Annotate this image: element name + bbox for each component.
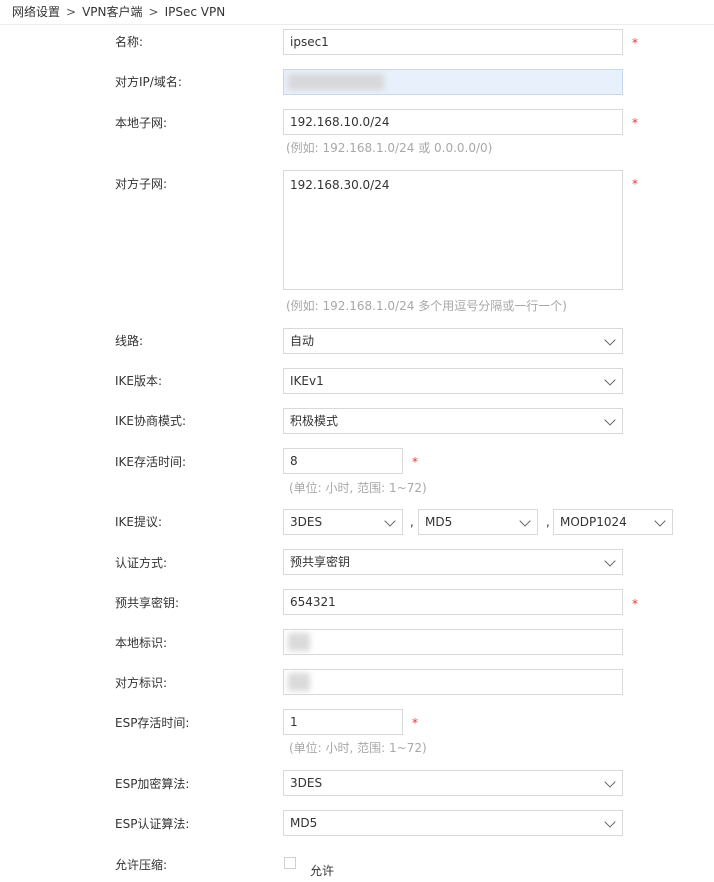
header-divider: [0, 24, 714, 25]
ike-lifetime-input[interactable]: 8: [283, 448, 403, 474]
proposal-separator: ,: [546, 515, 550, 529]
required-mark: *: [632, 597, 638, 611]
remote-subnet-textarea[interactable]: 192.168.30.0/24: [283, 170, 623, 290]
ike-mode-label: IKE协商模式:: [115, 414, 187, 428]
ike-hash-select[interactable]: MD5: [418, 509, 538, 535]
remote-subnet-hint: (例如: 192.168.1.0/24 多个用逗号分隔或一行一个): [286, 299, 567, 313]
compression-checkbox-label[interactable]: 允许: [310, 864, 334, 878]
line-label: 线路:: [115, 334, 144, 348]
esp-lifetime-hint: (单位: 小时, 范围: 1~72): [289, 741, 427, 755]
ike-proposal-label: IKE提议:: [115, 515, 163, 529]
required-mark: *: [412, 455, 418, 469]
esp-encryption-select[interactable]: 3DES: [283, 770, 623, 796]
remote-id-input[interactable]: [283, 669, 623, 695]
chevron-down-icon: [604, 555, 616, 567]
required-mark: *: [632, 116, 638, 130]
ike-version-label: IKE版本:: [115, 374, 163, 388]
ike-mode-select[interactable]: 积极模式: [283, 408, 623, 434]
esp-auth-select[interactable]: MD5: [283, 810, 623, 836]
breadcrumb-separator: >: [66, 5, 77, 19]
required-mark: *: [412, 716, 418, 730]
ike-hash-select-value: MD5: [425, 515, 453, 529]
ike-dh-group-select[interactable]: MODP1024: [553, 509, 673, 535]
required-mark: *: [632, 177, 638, 191]
breadcrumb-item-network-settings[interactable]: 网络设置: [12, 5, 60, 19]
required-mark: *: [632, 36, 638, 50]
redacted-blur: [288, 633, 310, 651]
ike-version-select-value: IKEv1: [290, 374, 324, 388]
chevron-down-icon: [604, 816, 616, 828]
esp-encryption-select-value: 3DES: [290, 776, 323, 790]
ike-encryption-select-value: 3DES: [290, 515, 323, 529]
local-subnet-input[interactable]: 192.168.10.0/24: [283, 109, 623, 135]
local-subnet-label: 本地子网:: [115, 116, 168, 130]
chevron-down-icon: [604, 374, 616, 386]
breadcrumb: 网络设置 > VPN客户端 > IPSec VPN: [12, 3, 225, 23]
esp-encryption-label: ESP加密算法:: [115, 777, 190, 791]
psk-label: 预共享密钥:: [115, 596, 180, 610]
esp-auth-select-value: MD5: [290, 816, 318, 830]
chevron-down-icon: [604, 776, 616, 788]
ike-lifetime-label: IKE存活时间:: [115, 455, 187, 469]
auth-method-select-value: 预共享密钥: [290, 555, 351, 569]
esp-lifetime-input[interactable]: 1: [283, 709, 403, 735]
local-subnet-hint: (例如: 192.168.1.0/24 或 0.0.0.0/0): [286, 141, 493, 155]
name-label: 名称:: [115, 35, 144, 49]
line-select[interactable]: 自动: [283, 328, 623, 354]
auth-method-select[interactable]: 预共享密钥: [283, 549, 623, 575]
remote-subnet-label: 对方子网:: [115, 177, 168, 191]
name-input[interactable]: ipsec1: [283, 29, 623, 55]
breadcrumb-item-ipsec-vpn: IPSec VPN: [164, 5, 226, 19]
chevron-down-icon: [604, 334, 616, 346]
esp-auth-label: ESP认证算法:: [115, 817, 190, 831]
breadcrumb-item-vpn-client[interactable]: VPN客户端: [82, 5, 142, 19]
auth-method-label: 认证方式:: [115, 556, 168, 570]
proposal-separator: ,: [410, 515, 414, 529]
compression-checkbox[interactable]: [284, 857, 296, 869]
chevron-down-icon: [604, 414, 616, 426]
redacted-blur: [288, 673, 310, 691]
remote-id-label: 对方标识:: [115, 676, 168, 690]
redacted-blur: [288, 74, 384, 90]
local-id-label: 本地标识:: [115, 636, 168, 650]
ike-lifetime-hint: (单位: 小时, 范围: 1~72): [289, 481, 427, 495]
remote-ip-label: 对方IP/域名:: [115, 75, 182, 89]
compression-label: 允许压缩:: [115, 858, 168, 872]
chevron-down-icon: [519, 515, 531, 527]
ike-mode-select-value: 积极模式: [290, 414, 339, 428]
esp-lifetime-label: ESP存活时间:: [115, 716, 190, 730]
chevron-down-icon: [654, 515, 666, 527]
breadcrumb-separator: >: [148, 5, 159, 19]
chevron-down-icon: [384, 515, 396, 527]
ike-dh-group-select-value: MODP1024: [560, 515, 627, 529]
ike-encryption-select[interactable]: 3DES: [283, 509, 403, 535]
ike-version-select[interactable]: IKEv1: [283, 368, 623, 394]
line-select-value: 自动: [290, 334, 315, 348]
psk-input[interactable]: 654321: [283, 589, 623, 615]
local-id-input[interactable]: [283, 629, 623, 655]
